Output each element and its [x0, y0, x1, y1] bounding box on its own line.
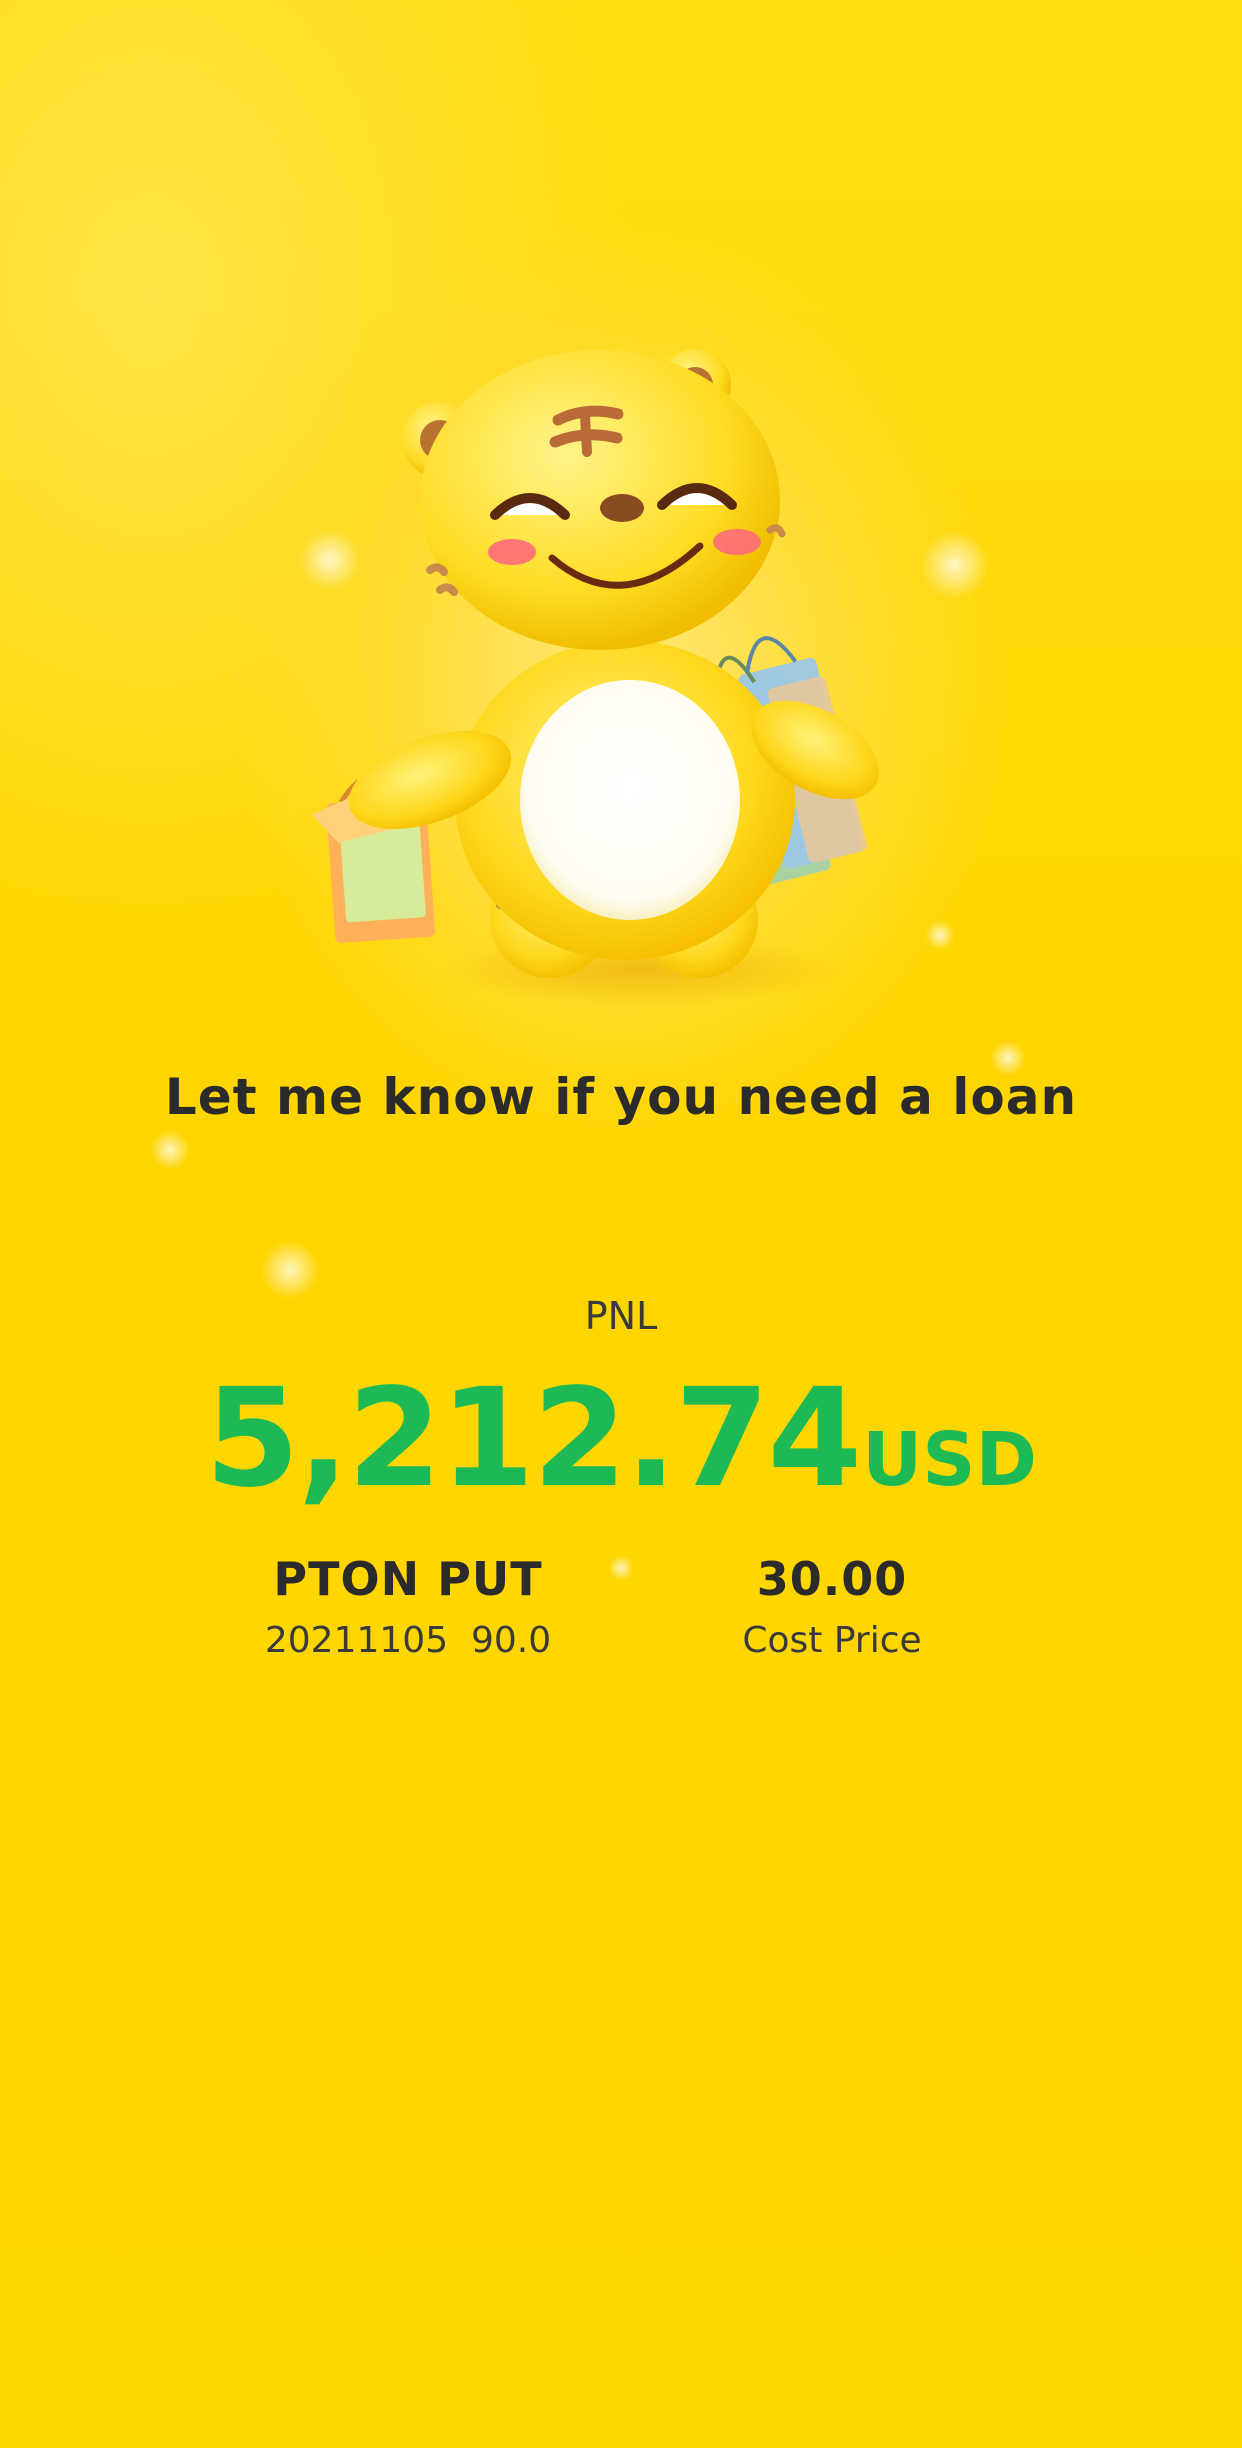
pnl-label: PNL [584, 1294, 658, 1338]
sparkle-decoration [150, 1130, 190, 1170]
tiger-mascot-shopping-bags-icon [300, 330, 940, 1030]
cost-label: Cost Price [742, 1620, 922, 1661]
pnl-value: 5,212.74USD [0, 1360, 1242, 1518]
position-detail: 20211105 90.0 [264, 1620, 552, 1661]
caption-text: Let me know if you need a loan [164, 1068, 1078, 1126]
sparkle-decoration [260, 1240, 320, 1300]
pnl-amount: 5,212.74 [205, 1360, 862, 1518]
position-symbol: PTON PUT [273, 1552, 543, 1606]
position-info: PTON PUT 20211105 90.0 [198, 1552, 618, 1661]
pnl-currency: USD [862, 1417, 1037, 1503]
cost-info: 30.00 Cost Price [622, 1552, 1042, 1661]
cost-value: 30.00 [756, 1552, 908, 1606]
